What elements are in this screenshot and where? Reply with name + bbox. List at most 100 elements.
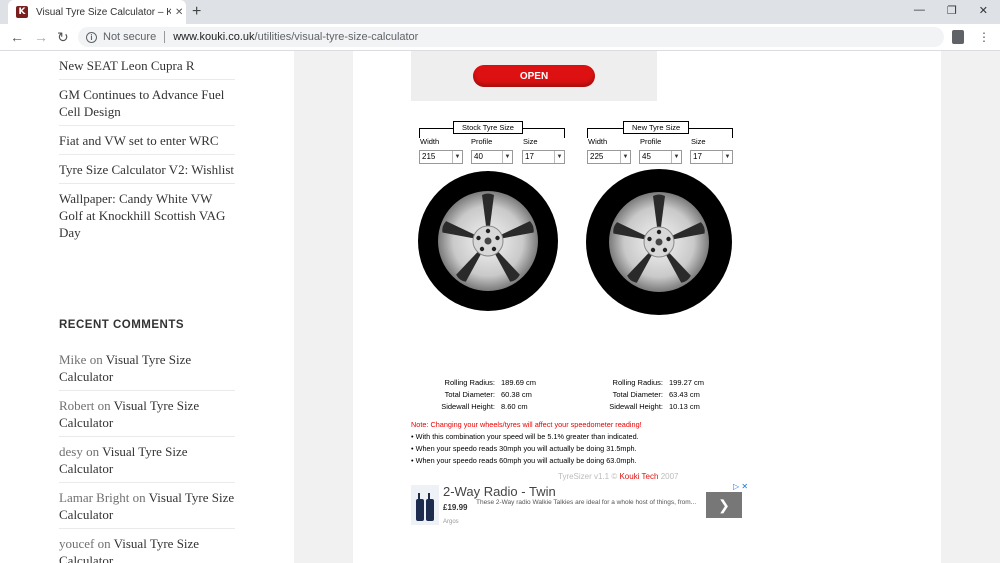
new-sidewall-label: Sidewall Height:	[609, 402, 663, 411]
minimize-icon[interactable]: —	[914, 4, 925, 17]
comment-on: on	[82, 444, 103, 459]
ad-title[interactable]: 2-Way Radio - Twin	[443, 484, 556, 499]
recent-post-link[interactable]: Wallpaper: Candy White VW Golf at Knockh…	[59, 184, 235, 246]
url-path: /utilities/visual-tyre-size-calculator	[254, 31, 419, 43]
stock-wheel-image	[418, 171, 558, 311]
restore-icon[interactable]: ❐	[947, 4, 957, 17]
new-profile-value: 45	[642, 152, 651, 161]
recent-post-link[interactable]: Fiat and VW set to enter WRC	[59, 126, 235, 155]
comment-on: on	[129, 490, 149, 505]
ad-brand: Argos	[443, 519, 459, 525]
menu-icon[interactable]: ⋮	[978, 30, 990, 44]
note-warning: Note: Changing your wheels/tyres will af…	[411, 420, 642, 429]
new-stats: Rolling Radius: 199.27 cm Total Diameter:…	[579, 377, 704, 413]
dropdown-arrow-icon: ▼	[452, 151, 462, 163]
new-rolling-radius-label: Rolling Radius:	[612, 378, 663, 387]
note-line: • When your speedo reads 30mph you will …	[411, 444, 637, 453]
advertisement[interactable]: 2-Way Radio - Twin £19.99 These 2-Way ra…	[409, 481, 753, 529]
browser-tab[interactable]: K Visual Tyre Size Calculator – Ko ✕	[8, 0, 186, 24]
stock-width-label: Width	[420, 137, 440, 146]
reload-icon[interactable]: ↻	[57, 29, 69, 46]
comment-author: Mike	[59, 352, 87, 367]
stock-size-value: 17	[525, 152, 534, 161]
stock-width-select[interactable]: 215 ▼	[419, 150, 463, 164]
profile-icon[interactable]	[952, 30, 964, 44]
comment-on: on	[94, 536, 114, 551]
info-icon[interactable]: i	[86, 31, 97, 43]
toolbar-right: ⋮	[952, 30, 990, 44]
new-title: New Tyre Size	[623, 121, 690, 134]
recent-post-link[interactable]: New SEAT Leon Cupra R	[59, 51, 235, 80]
new-size-label: Size	[691, 137, 706, 146]
comment-author: desy	[59, 444, 83, 459]
close-window-icon[interactable]: ✕	[979, 4, 988, 17]
comment-on: on	[86, 352, 106, 367]
comment-item: youcef on Visual Tyre Size Calculator	[59, 529, 235, 563]
new-wheel-image	[586, 169, 732, 315]
window-controls: — ❐ ✕	[914, 4, 988, 17]
comment-item: Robert on Visual Tyre Size Calculator	[59, 391, 235, 437]
recent-posts-list: New SEAT Leon Cupra R GM Continues to Ad…	[59, 51, 235, 246]
dropdown-arrow-icon: ▼	[722, 151, 732, 163]
radio-icon	[416, 493, 424, 521]
forward-icon[interactable]: →	[34, 29, 48, 45]
kouki-favicon-icon: K	[16, 6, 28, 18]
recent-post-link[interactable]: Tyre Size Calculator V2: Wishlist	[59, 155, 235, 184]
dropdown-arrow-icon: ▼	[502, 151, 512, 163]
main-content: OPEN Stock Tyre Size Width Profile Size …	[353, 51, 941, 563]
comment-item: Lamar Bright on Visual Tyre Size Calcula…	[59, 483, 235, 529]
comment-on: on	[94, 398, 114, 413]
comment-item: Mike on Visual Tyre Size Calculator	[59, 345, 235, 391]
stock-profile-select[interactable]: 40 ▼	[471, 150, 513, 164]
new-profile-select[interactable]: 45 ▼	[639, 150, 682, 164]
stock-stats: Rolling Radius: 189.69 cm Total Diameter:…	[411, 377, 536, 413]
back-icon[interactable]: ←	[10, 29, 24, 45]
tyre-calculator: Stock Tyre Size Width Profile Size 215 ▼ …	[411, 121, 751, 481]
browser-toolbar: ← → ↻ i Not secure www.kouki.co.uk/utili…	[0, 24, 1000, 51]
open-button[interactable]: OPEN	[473, 65, 595, 87]
stock-size-label: Size	[523, 137, 538, 146]
tab-title: Visual Tyre Size Calculator – Ko	[36, 6, 171, 18]
url-host: www.kouki.co.uk	[173, 31, 255, 43]
dropdown-arrow-icon: ▼	[620, 151, 630, 163]
new-size-value: 17	[693, 152, 702, 161]
address-separator	[164, 31, 166, 43]
stock-rolling-radius: 189.69 cm	[501, 378, 537, 387]
comment-item: desy on Visual Tyre Size Calculator	[59, 437, 235, 483]
tab-close-icon[interactable]: ✕	[175, 7, 183, 18]
comment-author: Robert	[59, 398, 95, 413]
new-width-label: Width	[588, 137, 608, 146]
stock-total-diameter: 60.38 cm	[501, 390, 532, 399]
new-width-value: 225	[590, 152, 604, 161]
ad-arrow-button[interactable]: ❯	[706, 492, 742, 518]
stock-title: Stock Tyre Size	[453, 121, 523, 134]
stock-width-value: 215	[422, 152, 436, 161]
credit-suffix: 2007	[658, 472, 679, 481]
kouki-tech-link[interactable]: Kouki Tech	[619, 472, 658, 481]
note-line: • With this combination your speed will …	[411, 432, 639, 441]
stock-rolling-radius-label: Rolling Radius:	[444, 378, 495, 387]
stock-profile-label: Profile	[471, 137, 493, 146]
stock-sidewall-label: Sidewall Height:	[441, 402, 495, 411]
dropdown-arrow-icon: ▼	[671, 151, 681, 163]
comment-author: Lamar Bright	[59, 490, 130, 505]
ad-choices-icon[interactable]: ▷ ✕	[733, 482, 748, 491]
new-profile-label: Profile	[640, 137, 662, 146]
address-bar[interactable]: i Not secure www.kouki.co.uk/utilities/v…	[78, 27, 944, 47]
recent-comments-heading: RECENT COMMENTS	[59, 319, 185, 331]
new-tab-button[interactable]: +	[192, 3, 201, 21]
radio-icon	[426, 493, 434, 521]
credit-prefix: TyreSizer v1.1 ©	[558, 472, 620, 481]
stock-size-select[interactable]: 17 ▼	[522, 150, 565, 164]
credit-line: TyreSizer v1.1 © Kouki Tech 2007	[558, 472, 679, 481]
tab-bar: K Visual Tyre Size Calculator – Ko ✕ + —…	[0, 0, 1000, 24]
stock-sidewall: 8.60 cm	[501, 402, 528, 411]
note-line: • When your speedo reads 60mph you will …	[411, 456, 637, 465]
dropdown-arrow-icon: ▼	[554, 151, 564, 163]
ad-price: £19.99	[443, 503, 468, 512]
new-width-select[interactable]: 225 ▼	[587, 150, 631, 164]
new-size-select[interactable]: 17 ▼	[690, 150, 733, 164]
comment-author: youcef	[59, 536, 95, 551]
stock-profile-value: 40	[474, 152, 483, 161]
recent-post-link[interactable]: GM Continues to Advance Fuel Cell Design	[59, 80, 235, 126]
